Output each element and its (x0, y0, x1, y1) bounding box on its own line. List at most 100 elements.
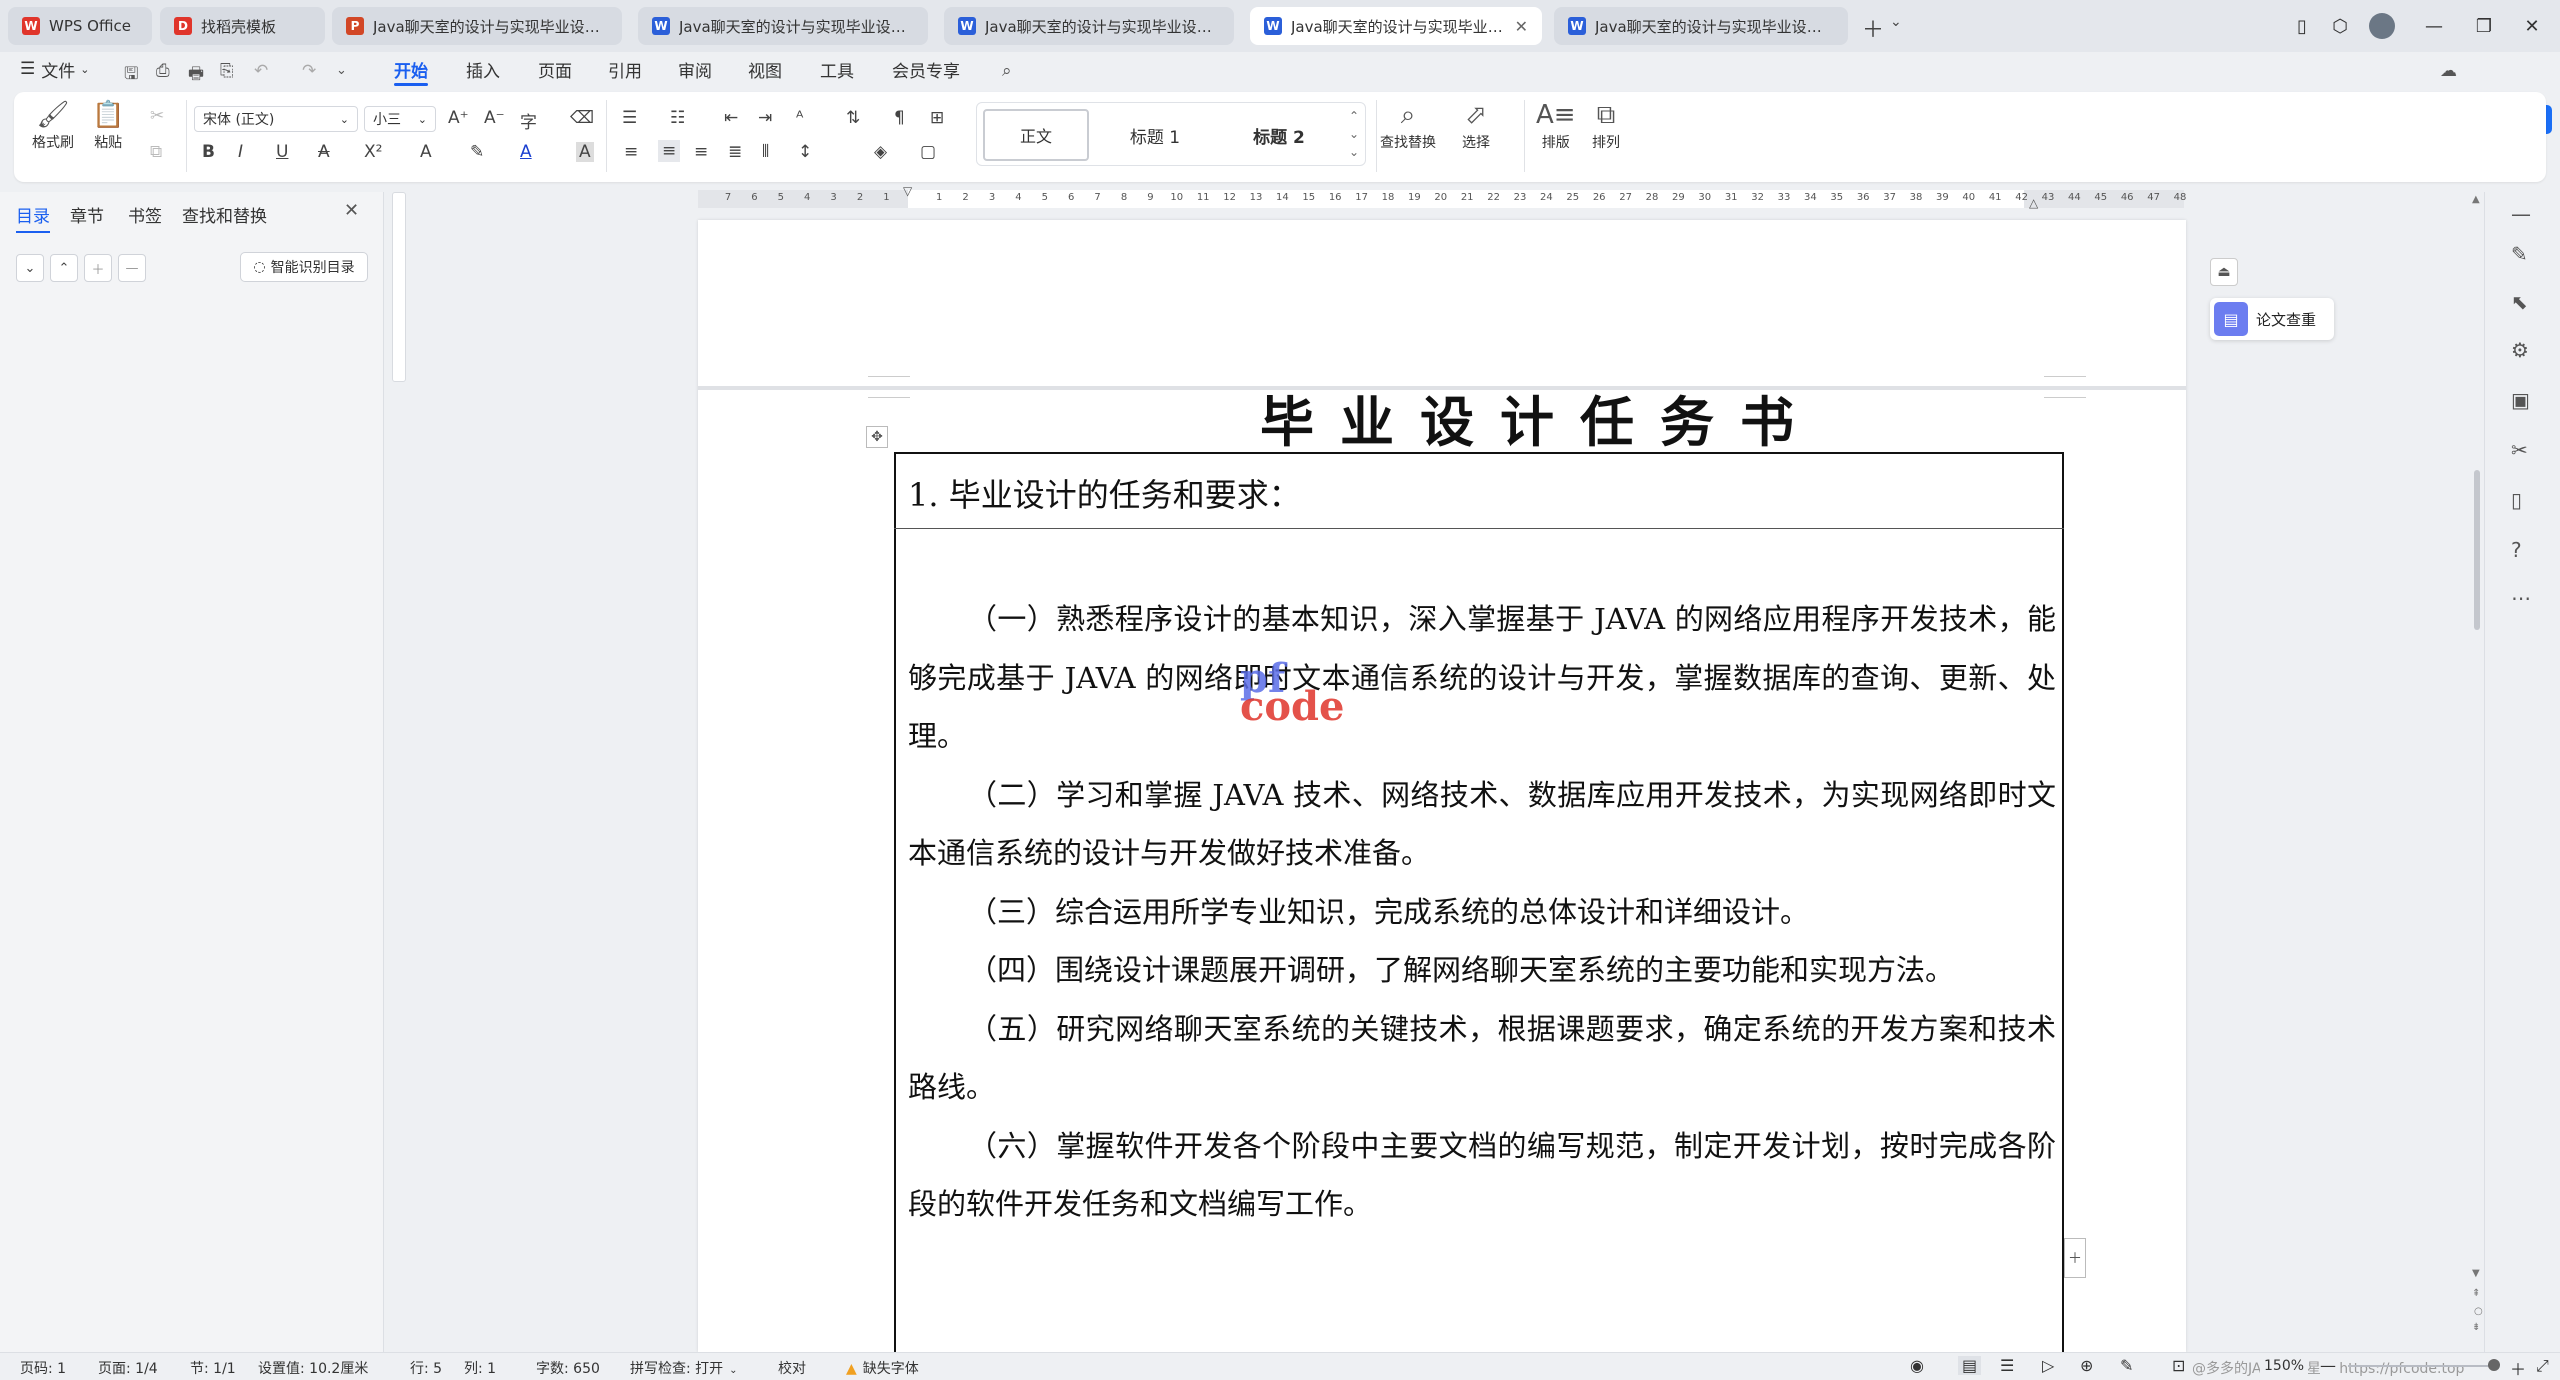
minimize-icon[interactable]: — (2414, 8, 2454, 44)
zoom-in-icon[interactable]: ＋ (2510, 1356, 2527, 1380)
style-normal[interactable]: 正文 (983, 109, 1089, 161)
style-scroll-down-icon[interactable]: ⌄ (1349, 127, 1359, 141)
prev-page-icon[interactable]: ⇞ (2472, 1288, 2480, 1299)
paste-button[interactable]: 📋 粘贴 (92, 98, 124, 152)
add-heading-icon[interactable]: ＋ (84, 254, 112, 282)
edit-pen-icon[interactable]: ✎ (2511, 242, 2528, 266)
superscript-icon[interactable]: X² (364, 142, 382, 162)
style-scroll-up-icon[interactable]: ⌃ (1349, 109, 1359, 123)
distribute-icon[interactable]: ⫴ (762, 142, 769, 162)
status-section[interactable]: 节: 1/1 (190, 1358, 236, 1378)
document-title[interactable]: 毕业设计任务书 (1180, 384, 1900, 460)
sort-icon[interactable]: ⇅ (846, 108, 860, 128)
fit-page-icon[interactable]: ⊡ (2172, 1356, 2185, 1375)
zoom-level[interactable]: 150% (2260, 1358, 2309, 1374)
close-pane-icon[interactable]: ✕ (344, 200, 359, 221)
bullet-list-icon[interactable]: ☰ (622, 108, 637, 128)
shrink-font-icon[interactable]: A⁻ (484, 108, 505, 128)
task-body-text[interactable]: （一）熟悉程序设计的基本知识，深入掌握基于 JAVA 的网络应用程序开发技术，能… (908, 590, 2056, 1234)
print-preview-icon[interactable]: ⎘ (220, 61, 234, 81)
highlight-icon[interactable]: ✎ (470, 142, 484, 162)
layout-icon[interactable]: ▯ (2282, 8, 2322, 44)
status-page[interactable]: 页面: 1/4 (98, 1358, 158, 1378)
play-icon[interactable]: ▷ (2042, 1356, 2054, 1375)
copy-icon[interactable]: ⧉ (150, 142, 162, 162)
grow-font-icon[interactable]: A⁺ (448, 108, 469, 128)
strikethrough-icon[interactable]: A (318, 142, 330, 162)
phonetic-guide-icon[interactable]: 字 (520, 108, 537, 133)
status-col[interactable]: 列: 1 (464, 1358, 496, 1378)
status-page-code[interactable]: 页码: 1 (20, 1358, 66, 1378)
remove-heading-icon[interactable]: — (118, 254, 146, 282)
export-pdf-icon[interactable]: ⎙ (156, 61, 170, 81)
borders-icon[interactable]: ▢ (920, 142, 936, 162)
numbered-list-icon[interactable]: ☷ (670, 108, 685, 128)
font-color-icon[interactable]: A (520, 142, 532, 162)
new-tab-plus-icon[interactable]: ＋ (1862, 12, 1884, 44)
adjust-sliders-icon[interactable]: ⚙ (2511, 338, 2529, 362)
align-right-icon[interactable]: ≡ (694, 142, 708, 162)
paper-check-button[interactable]: ▤ 论文查重 (2210, 298, 2334, 340)
cut-icon[interactable]: ✂ (150, 106, 164, 126)
tab-4[interactable]: W Java聊天室的设计与实现毕业设计论文 (944, 7, 1234, 45)
collapse-panel-icon[interactable]: ⏏ (2210, 258, 2238, 286)
find-replace-button[interactable]: ⌕ 查找替换 (1380, 98, 1436, 152)
add-row-plus-icon[interactable]: ＋ (2064, 1238, 2086, 1278)
search-icon[interactable]: ⌕ (1002, 61, 1012, 81)
vertical-ruler[interactable] (392, 192, 406, 382)
task-item-paragraph[interactable]: （一）熟悉程序设计的基本知识，深入掌握基于 JAVA 的网络应用程序开发技术，能… (908, 590, 2056, 766)
table-move-handle-icon[interactable]: ✥ (866, 426, 888, 448)
italic-icon[interactable]: I (238, 142, 243, 162)
vertical-scrollbar[interactable] (2470, 192, 2484, 1352)
image-tools-icon[interactable]: ▣ (2511, 388, 2530, 412)
menu-tab-3[interactable]: 引用 (608, 56, 642, 82)
task-item-paragraph[interactable]: （三）综合运用所学专业知识，完成系统的总体设计和详细设计。 (908, 883, 2056, 942)
scrollbar-thumb[interactable] (2474, 470, 2480, 630)
help-icon[interactable]: ? (2511, 538, 2522, 562)
missing-font-indicator[interactable]: ▲ 缺失字体 (846, 1358, 919, 1378)
char-shading-icon[interactable]: A (576, 142, 594, 162)
cloud-sync-icon[interactable]: ☁ (2440, 61, 2457, 81)
select-browse-object-icon[interactable]: ○ (2474, 1306, 2483, 1317)
tab-2[interactable]: P Java聊天室的设计与实现毕业设计PPT (332, 7, 622, 45)
print-icon[interactable]: 🖶 (188, 61, 204, 90)
font-size-select[interactable]: 小三 ⌄ (364, 106, 436, 132)
menu-tab-1[interactable]: 插入 (466, 56, 500, 82)
format-painter-button[interactable]: 🖌 格式刷 (32, 98, 74, 152)
tab-3[interactable]: W Java聊天室的设计与实现毕业设计开题报告 (638, 7, 928, 45)
close-tab-icon[interactable]: ✕ (1515, 17, 1528, 36)
status-set-value[interactable]: 设置值: 10.2厘米 (258, 1358, 368, 1378)
text-effect-icon[interactable]: A (420, 142, 432, 162)
menu-tab-4[interactable]: 审阅 (678, 56, 712, 82)
justify-icon[interactable]: ≣ (728, 142, 742, 162)
restore-icon[interactable]: ❐ (2464, 8, 2504, 44)
zoom-out-icon[interactable]: — (2320, 1356, 2336, 1375)
align-center-icon[interactable]: ≡ (658, 140, 681, 162)
task-item-paragraph[interactable]: （四）围绕设计课题展开调研，了解网络聊天室系统的主要功能和实现方法。 (908, 941, 2056, 1000)
file-menu[interactable]: ☰ 文件 ⌄ (20, 56, 89, 82)
show-marks-icon[interactable]: ¶ (894, 108, 905, 128)
chevron-up-icon[interactable]: ⌃ (50, 254, 78, 282)
select-button[interactable]: ⬀ 选择 (1462, 98, 1490, 152)
scroll-up-icon[interactable]: ▲ (2472, 194, 2480, 205)
zoom-slider-thumb[interactable] (2488, 1359, 2500, 1371)
line-spacing-icon[interactable]: ↕ (798, 142, 812, 162)
menu-tab-6[interactable]: 工具 (820, 56, 854, 82)
status-word-count[interactable]: 字数: 650 (536, 1358, 600, 1378)
tab-1[interactable]: D 找稻壳模板 (160, 7, 325, 45)
nav-tab-2[interactable]: 书签 (128, 202, 162, 227)
more-chevron-down-icon[interactable]: ⌄ (336, 63, 347, 78)
style-expand-icon[interactable]: ⌄ (1349, 145, 1359, 159)
text-direction-icon[interactable]: ᴬ (796, 108, 803, 128)
menu-tab-0[interactable]: 开始 (394, 56, 428, 86)
smart-toc-button[interactable]: ◌ 智能识别目录 (240, 252, 368, 282)
next-page-icon[interactable]: ⇟ (2472, 1322, 2480, 1333)
style-heading-1[interactable]: 标题 1 (1095, 109, 1215, 161)
table-tools-icon[interactable]: ⊞ (930, 108, 944, 128)
shading-icon[interactable]: ◈ (874, 142, 887, 162)
web-view-icon[interactable]: ⊕ (2080, 1356, 2093, 1375)
eye-protection-icon[interactable]: ◉ (1910, 1356, 1924, 1375)
avatar[interactable] (2362, 8, 2402, 44)
cube-icon[interactable]: ⬡ (2320, 8, 2360, 44)
undo-icon[interactable]: ↶ (254, 61, 268, 81)
